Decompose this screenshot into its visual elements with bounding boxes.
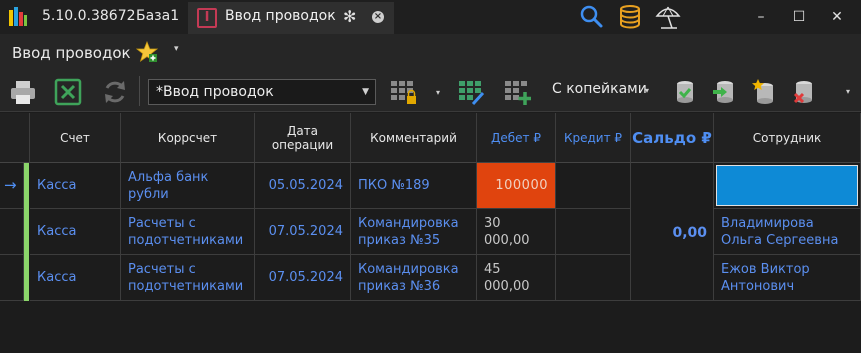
precision-dropdown-icon[interactable]: ▾ [645, 86, 649, 95]
cell-employee[interactable]: Ежов Виктор Антонович [714, 255, 861, 301]
cell-account[interactable]: Касса [30, 209, 121, 255]
menu-row: Ввод проводок ▾ [0, 34, 861, 70]
umbrella-icon[interactable] [655, 4, 681, 30]
title-bar: 5.10.0.38672 База1 I Ввод проводок ✻ × –… [0, 0, 861, 34]
excel-icon[interactable] [54, 78, 82, 106]
document-select-value: *Ввод проводок [156, 84, 274, 100]
row-indicator: → [0, 163, 24, 209]
cell-comment[interactable]: Командировка приказ №36 [351, 255, 477, 301]
print-icon[interactable] [9, 78, 37, 106]
row-status-bar [24, 255, 29, 301]
row-indicator [0, 209, 24, 255]
cell-corr-account[interactable]: Расчеты с подотчетниками [121, 209, 255, 255]
minimize-button[interactable]: – [748, 4, 774, 30]
cell-employee[interactable] [714, 163, 861, 209]
saldo-value: 0,00 [672, 225, 707, 241]
db-delete-icon[interactable] [789, 78, 817, 106]
search-icon[interactable] [578, 4, 604, 30]
add-grid-icon[interactable] [503, 78, 531, 106]
cell-corr-account[interactable]: Расчеты с подотчетниками [121, 255, 255, 301]
cell-credit[interactable] [556, 209, 631, 255]
cell-account[interactable]: Касса [30, 163, 121, 209]
column-header-credit[interactable]: Кредит ₽ [556, 113, 631, 163]
tab-close-icon[interactable]: × [372, 11, 384, 23]
current-row-arrow-icon: → [4, 176, 17, 194]
row-indicator-header [0, 113, 30, 163]
pin-icon[interactable]: ✻ [343, 7, 356, 26]
column-header-account[interactable]: Счет [30, 113, 121, 163]
cell-debit-editing[interactable]: 100000 [477, 163, 556, 209]
maximize-button[interactable]: ☐ [786, 4, 812, 30]
favorites-dropdown-icon[interactable]: ▾ [174, 44, 179, 54]
lock-dropdown-icon[interactable]: ▾ [436, 88, 440, 97]
row-status-bar [24, 209, 29, 255]
precision-select[interactable]: С копейками [552, 81, 647, 97]
document-tab-icon: I [197, 8, 217, 28]
column-header-saldo[interactable]: Сальдо ₽ [631, 113, 714, 163]
cell-date[interactable]: 05.05.2024 [255, 163, 351, 209]
cell-account[interactable]: Касса [30, 255, 121, 301]
page-title: Ввод проводок [12, 44, 131, 62]
cell-date[interactable]: 07.05.2024 [255, 209, 351, 255]
toolbar-overflow-icon[interactable]: ▾ [846, 87, 850, 96]
favorite-star-icon[interactable] [136, 41, 158, 63]
edit-grid-icon[interactable] [457, 78, 485, 106]
cell-comment[interactable]: ПКО №189 [351, 163, 477, 209]
cell-comment[interactable]: Командировка приказ №35 [351, 209, 477, 255]
cell-corr-account[interactable]: Альфа банк рубли [121, 163, 255, 209]
cell-debit[interactable]: 30 000,00 [477, 209, 556, 255]
refresh-icon[interactable] [101, 78, 129, 106]
db-star-icon[interactable] [750, 78, 778, 106]
toolbar: *Ввод проводок ▼ ▾ С копейками ▾ ▾ [0, 70, 861, 112]
cell-employee[interactable]: Владимирова Ольга Сергеевна [714, 209, 861, 255]
row-indicator [0, 255, 24, 301]
toolbar-separator [139, 76, 140, 106]
selected-cell-highlight [716, 165, 858, 206]
db-green-icon[interactable] [671, 78, 699, 106]
column-header-comment[interactable]: Комментарий [351, 113, 477, 163]
row-status-bar [24, 163, 29, 209]
cell-debit[interactable]: 45 000,00 [477, 255, 556, 301]
close-window-button[interactable]: ✕ [824, 4, 850, 30]
document-select[interactable]: *Ввод проводок ▼ [148, 79, 376, 105]
app-logo-icon [9, 7, 27, 26]
database-tab[interactable]: База1 [136, 8, 179, 24]
tab-document[interactable]: I Ввод проводок ✻ × [188, 2, 394, 34]
cell-credit[interactable] [556, 163, 631, 209]
column-header-employee[interactable]: Сотрудник [714, 113, 861, 163]
column-header-corr-account[interactable]: Коррсчет [121, 113, 255, 163]
lock-grid-icon[interactable] [389, 78, 417, 106]
tab-document-label: Ввод проводок [225, 8, 336, 24]
chevron-down-icon[interactable]: ▼ [362, 87, 369, 97]
db-arrow-icon[interactable] [710, 78, 738, 106]
cell-credit[interactable] [556, 255, 631, 301]
column-header-date[interactable]: Дата операции [255, 113, 351, 163]
cell-date[interactable]: 07.05.2024 [255, 255, 351, 301]
saldo-cell: 0,00 [631, 163, 714, 301]
column-header-debit[interactable]: Дебет ₽ [477, 113, 556, 163]
database-icon[interactable] [617, 4, 643, 30]
app-version: 5.10.0.38672 [42, 8, 136, 24]
